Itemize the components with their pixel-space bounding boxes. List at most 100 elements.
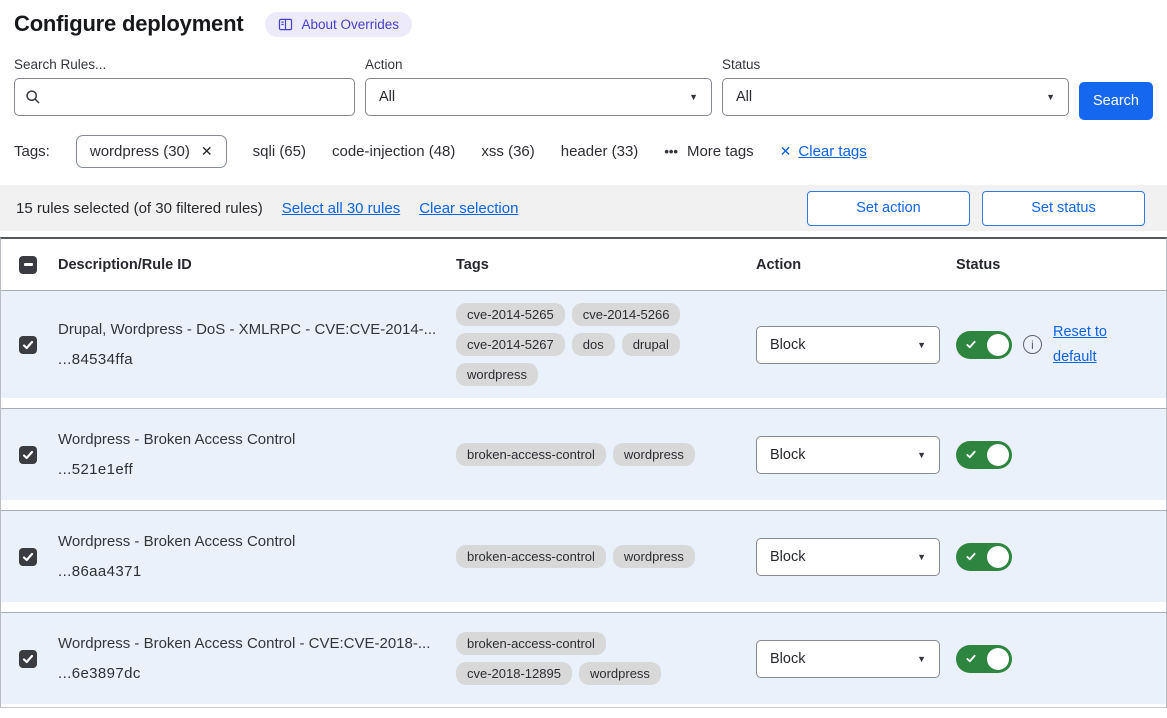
indeterminate-icon bbox=[24, 263, 33, 266]
action-select-value: Block bbox=[770, 337, 805, 353]
status-toggle[interactable] bbox=[956, 645, 1012, 673]
action-select[interactable]: Block ▼ bbox=[756, 436, 940, 474]
tag-filter-sqli[interactable]: sqli (65) bbox=[253, 143, 306, 160]
status-toggle[interactable] bbox=[956, 331, 1012, 359]
action-select[interactable]: Block ▼ bbox=[756, 538, 940, 576]
chevron-down-icon: ▼ bbox=[689, 92, 698, 102]
status-toggle[interactable] bbox=[956, 543, 1012, 571]
toggle-knob bbox=[987, 334, 1009, 356]
select-all-checkbox[interactable] bbox=[19, 256, 37, 274]
page-title: Configure deployment bbox=[14, 11, 243, 37]
column-header-description: Description/Rule ID bbox=[44, 257, 442, 273]
selection-summary: 15 rules selected (of 30 filtered rules) bbox=[16, 200, 263, 217]
more-tags-label: More tags bbox=[687, 143, 754, 160]
close-icon: ✕ bbox=[780, 143, 792, 160]
check-icon bbox=[22, 339, 34, 351]
selected-tag-pill[interactable]: wordpress (30) ✕ bbox=[76, 135, 227, 168]
action-filter-value: All bbox=[379, 89, 395, 105]
close-icon[interactable]: ✕ bbox=[201, 143, 213, 160]
tag-chip: wordpress bbox=[456, 363, 538, 386]
rule-description: Drupal, Wordpress - DoS - XMLRPC - CVE:C… bbox=[58, 321, 442, 340]
status-filter-label: Status bbox=[722, 57, 1069, 72]
more-tags-button[interactable]: ••• More tags bbox=[664, 143, 753, 160]
table-row: Drupal, Wordpress - DoS - XMLRPC - CVE:C… bbox=[1, 291, 1166, 398]
row-checkbox[interactable] bbox=[19, 446, 37, 464]
search-rules-input-wrap[interactable] bbox=[14, 78, 355, 116]
search-rules-input[interactable] bbox=[49, 89, 344, 105]
action-select-value: Block bbox=[770, 549, 805, 565]
tag-chip: dos bbox=[572, 333, 615, 356]
check-icon bbox=[965, 551, 977, 562]
action-select[interactable]: Block ▼ bbox=[756, 326, 940, 364]
check-icon bbox=[965, 449, 977, 460]
rules-table: Description/Rule ID Tags Action Status D… bbox=[0, 237, 1167, 708]
check-icon bbox=[22, 653, 34, 665]
rule-id: ...84534ffa bbox=[58, 351, 442, 368]
row-checkbox[interactable] bbox=[19, 650, 37, 668]
tag-chip: wordpress bbox=[579, 662, 661, 685]
clear-selection-link[interactable]: Clear selection bbox=[419, 200, 518, 217]
ellipsis-icon: ••• bbox=[664, 144, 678, 159]
rule-id: ...521e1eff bbox=[58, 461, 442, 478]
tag-chip-list: broken-access-control wordpress bbox=[456, 545, 708, 568]
table-row: Wordpress - Broken Access Control - CVE:… bbox=[1, 612, 1166, 704]
rule-id: ...86aa4371 bbox=[58, 563, 442, 580]
tag-chip: cve-2014-5265 bbox=[456, 303, 565, 326]
selection-bar: 15 rules selected (of 30 filtered rules)… bbox=[0, 185, 1167, 231]
tag-chip-list: cve-2014-5265 cve-2014-5266 cve-2014-5267 d… bbox=[456, 303, 708, 386]
set-status-button[interactable]: Set status bbox=[982, 191, 1145, 226]
tags-label: Tags: bbox=[14, 143, 50, 160]
clear-tags-button[interactable]: ✕ Clear tags bbox=[780, 143, 867, 160]
tag-chip: cve-2014-5267 bbox=[456, 333, 565, 356]
chevron-down-icon: ▼ bbox=[917, 340, 926, 350]
tag-filter-xss[interactable]: xss (36) bbox=[481, 143, 534, 160]
chevron-down-icon: ▼ bbox=[1046, 92, 1055, 102]
tag-chip-list: broken-access-controlcve-2018-12895wordp… bbox=[456, 632, 708, 685]
row-checkbox[interactable] bbox=[19, 548, 37, 566]
column-header-tags: Tags bbox=[442, 257, 742, 273]
tag-chip: broken-access-control bbox=[456, 545, 606, 568]
reset-to-default-link[interactable]: Reset to default bbox=[1053, 320, 1117, 369]
check-icon bbox=[965, 653, 977, 664]
tag-filter-header[interactable]: header (33) bbox=[561, 143, 639, 160]
search-icon bbox=[25, 89, 41, 105]
toggle-knob bbox=[987, 546, 1009, 568]
status-filter-select[interactable]: All ▼ bbox=[722, 78, 1069, 116]
check-icon bbox=[22, 551, 34, 563]
rule-id: ...6e3897dc bbox=[58, 665, 442, 682]
action-filter-label: Action bbox=[365, 57, 712, 72]
search-button[interactable]: Search bbox=[1079, 82, 1153, 120]
status-toggle[interactable] bbox=[956, 441, 1012, 469]
tag-filter-code-injection[interactable]: code-injection (48) bbox=[332, 143, 455, 160]
column-header-action: Action bbox=[742, 257, 942, 273]
chevron-down-icon: ▼ bbox=[917, 654, 926, 664]
rule-description: Wordpress - Broken Access Control - CVE:… bbox=[58, 635, 442, 654]
selected-tag-label: wordpress (30) bbox=[90, 143, 190, 160]
column-header-status: Status bbox=[942, 257, 1166, 273]
table-row: Wordpress - Broken Access Control ...521… bbox=[1, 408, 1166, 500]
toggle-knob bbox=[987, 648, 1009, 670]
toggle-knob bbox=[987, 444, 1009, 466]
row-checkbox[interactable] bbox=[19, 336, 37, 354]
rule-description: Wordpress - Broken Access Control bbox=[58, 431, 442, 450]
tags-bar: Tags: wordpress (30) ✕ sqli (65) code-in… bbox=[0, 135, 1167, 168]
select-all-rules-link[interactable]: Select all 30 rules bbox=[282, 200, 400, 217]
tag-chip: wordpress bbox=[613, 545, 695, 568]
reset-to-default-group: i Reset to default bbox=[1023, 320, 1117, 369]
about-overrides-badge[interactable]: About Overrides bbox=[265, 12, 412, 37]
action-filter-select[interactable]: All ▼ bbox=[365, 78, 712, 116]
action-select-value: Block bbox=[770, 447, 805, 463]
set-action-button[interactable]: Set action bbox=[807, 191, 970, 226]
check-icon bbox=[965, 339, 977, 350]
table-header-row: Description/Rule ID Tags Action Status bbox=[1, 239, 1166, 291]
tag-chip: cve-2014-5266 bbox=[572, 303, 681, 326]
book-icon bbox=[278, 18, 293, 31]
chevron-down-icon: ▼ bbox=[917, 450, 926, 460]
about-overrides-label: About Overrides bbox=[301, 17, 399, 32]
search-rules-label: Search Rules... bbox=[14, 57, 355, 72]
tag-chip: drupal bbox=[622, 333, 680, 356]
check-icon bbox=[22, 449, 34, 461]
table-row: Wordpress - Broken Access Control ...86a… bbox=[1, 510, 1166, 602]
action-select[interactable]: Block ▼ bbox=[756, 640, 940, 678]
info-icon[interactable]: i bbox=[1023, 335, 1042, 354]
